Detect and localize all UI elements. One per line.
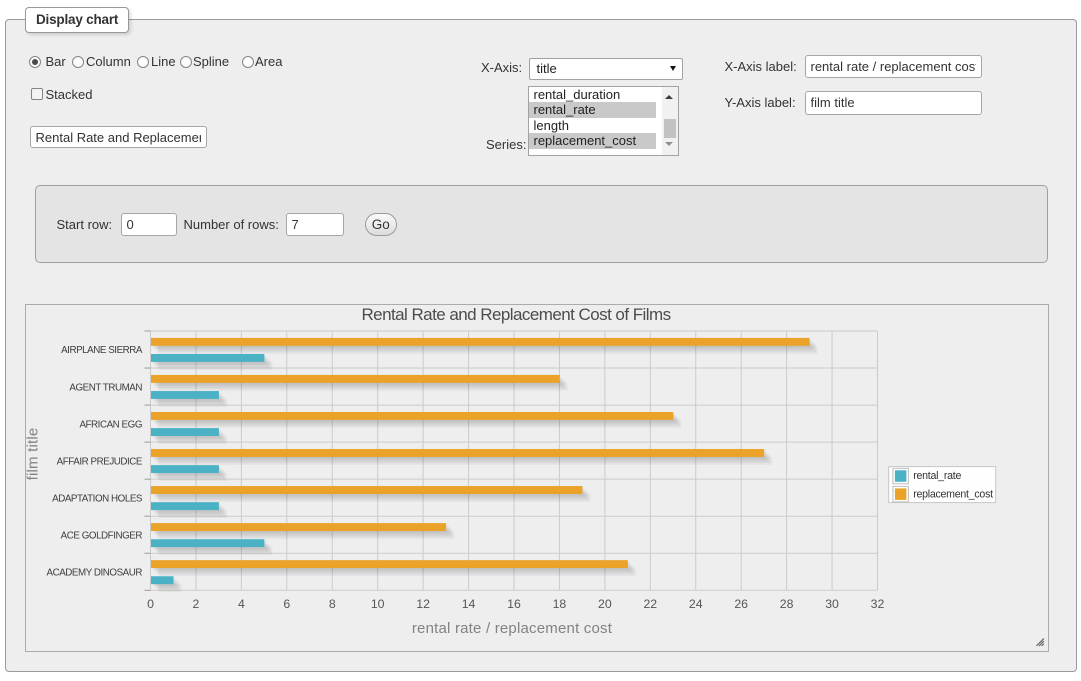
svg-text:AGENT TRUMAN: AGENT TRUMAN	[69, 382, 142, 393]
svg-text:14: 14	[461, 597, 475, 611]
svg-text:12: 12	[416, 597, 430, 611]
svg-text:28: 28	[779, 597, 793, 611]
svg-text:18: 18	[552, 597, 566, 611]
svg-text:32: 32	[870, 597, 884, 611]
svg-text:0: 0	[147, 597, 154, 611]
svg-text:film title: film title	[26, 428, 42, 481]
svg-text:6: 6	[283, 597, 290, 611]
svg-text:replacement_cost: replacement_cost	[913, 488, 993, 500]
svg-text:20: 20	[598, 597, 612, 611]
svg-text:rental_rate: rental_rate	[913, 470, 961, 482]
svg-text:22: 22	[643, 597, 657, 611]
svg-text:10: 10	[370, 597, 384, 611]
svg-text:8: 8	[328, 597, 335, 611]
svg-text:AIRPLANE SIERRA: AIRPLANE SIERRA	[61, 345, 143, 356]
svg-text:24: 24	[688, 597, 702, 611]
svg-text:Rental Rate and Replacement Co: Rental Rate and Replacement Cost of Film…	[361, 305, 670, 324]
svg-text:rental rate / replacement cost: rental rate / replacement cost	[411, 620, 612, 637]
svg-text:AFFAIR PREJUDICE: AFFAIR PREJUDICE	[56, 456, 142, 467]
svg-text:26: 26	[734, 597, 748, 611]
svg-text:AFRICAN EGG: AFRICAN EGG	[79, 419, 142, 430]
svg-text:ACE GOLDFINGER: ACE GOLDFINGER	[60, 530, 142, 541]
svg-text:16: 16	[507, 597, 521, 611]
svg-text:ADAPTATION HOLES: ADAPTATION HOLES	[52, 493, 143, 504]
svg-text:30: 30	[825, 597, 839, 611]
svg-text:4: 4	[237, 597, 244, 611]
svg-text:2: 2	[192, 597, 199, 611]
svg-text:ACADEMY DINOSAUR: ACADEMY DINOSAUR	[46, 567, 142, 578]
